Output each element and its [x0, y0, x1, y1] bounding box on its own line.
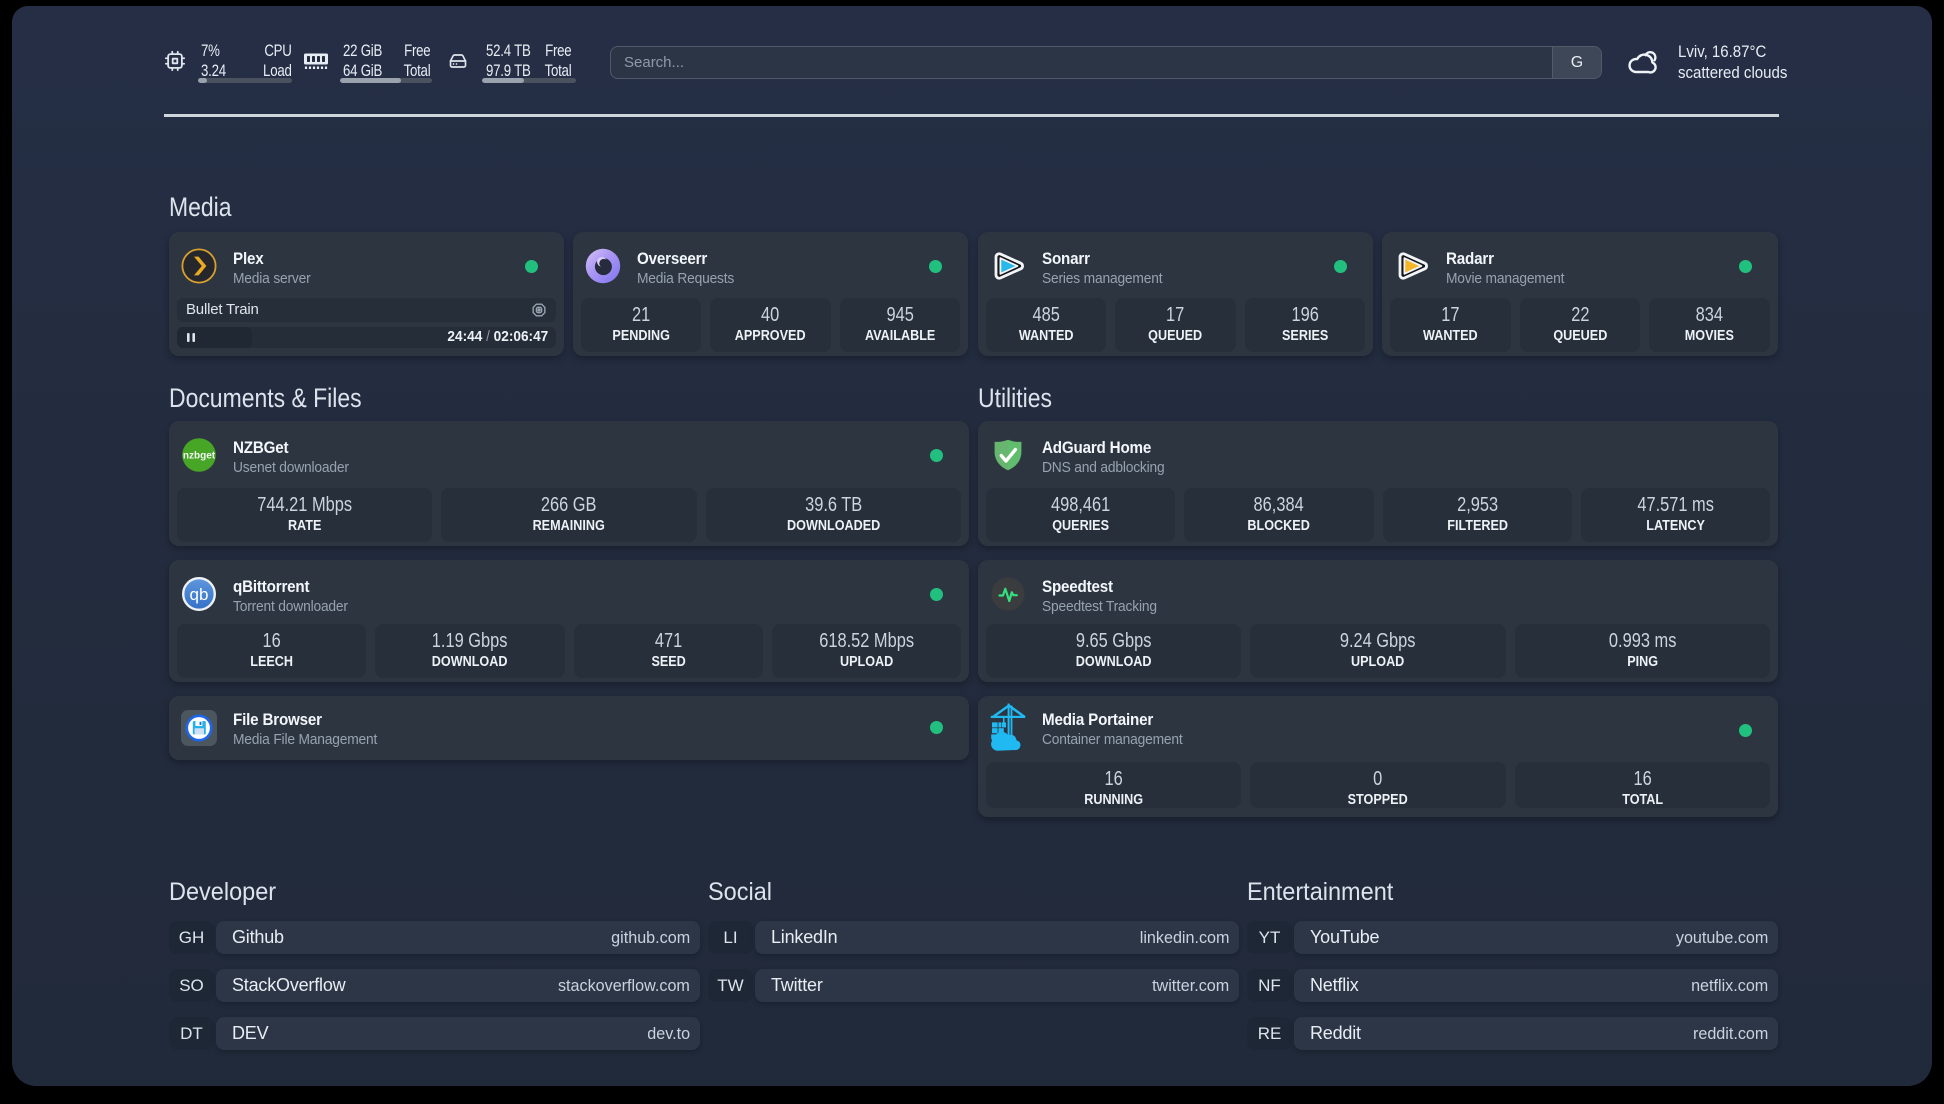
svg-text:nzbget: nzbget [183, 451, 216, 462]
svg-text:qb: qb [190, 585, 209, 604]
